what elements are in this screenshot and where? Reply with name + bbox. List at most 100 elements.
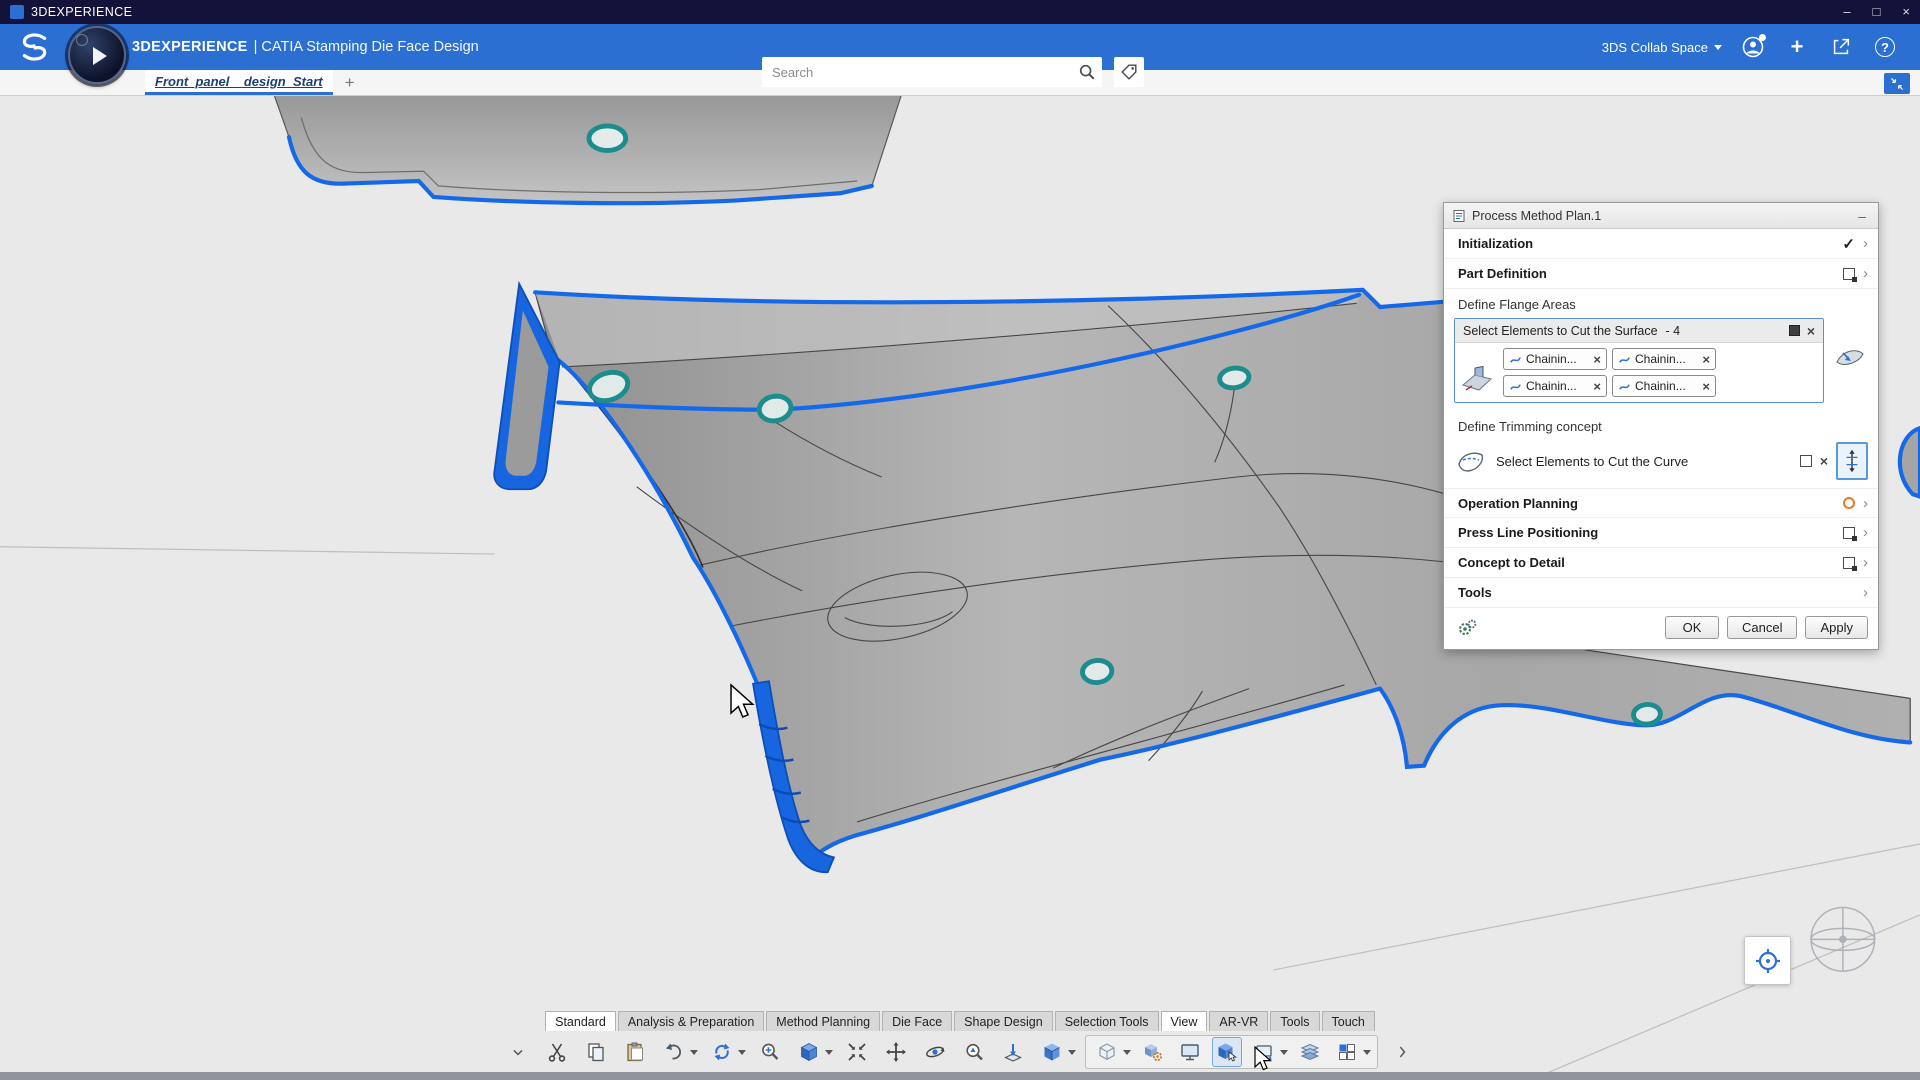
undo-dropdown-caret[interactable] <box>690 1049 698 1055</box>
clear-selection-icon[interactable]: × <box>1807 324 1815 338</box>
chaining-chip[interactable]: Chainin... × <box>1612 375 1716 397</box>
remove-chip-icon[interactable]: × <box>1593 352 1601 367</box>
grid-view-button[interactable] <box>1332 1037 1371 1067</box>
chevron-right-icon[interactable]: › <box>1863 555 1868 570</box>
chevron-right-icon[interactable]: › <box>1863 496 1868 511</box>
surface-tool-button[interactable] <box>1828 318 1872 370</box>
remove-chip-icon[interactable]: × <box>1593 379 1601 394</box>
surface-selection-header[interactable]: Select Elements to Cut the Surface - 4 × <box>1455 319 1823 343</box>
brand-name: 3DEXPERIENCE <box>132 39 248 55</box>
wireframe-cube-icon <box>1099 1043 1115 1060</box>
add-content-button[interactable]: + <box>1784 34 1810 60</box>
chaining-icon <box>1619 383 1630 390</box>
cancel-button[interactable]: Cancel <box>1727 616 1798 639</box>
surface-face-icon <box>1836 350 1864 365</box>
grid-icon <box>1339 1044 1355 1060</box>
section-tools[interactable]: Tools › <box>1444 578 1878 608</box>
monitor-icon <box>1181 1044 1199 1061</box>
view-cube-dropdown-caret[interactable] <box>825 1049 833 1055</box>
settings-gears-icon[interactable] <box>1456 617 1478 639</box>
tab-method-planning[interactable]: Method Planning <box>766 1011 881 1031</box>
tab-selection-tools[interactable]: Selection Tools <box>1054 1011 1159 1031</box>
tab-ar-vr[interactable]: AR-VR <box>1209 1011 1269 1031</box>
tab-standard[interactable]: Standard <box>545 1011 616 1031</box>
paste-button[interactable] <box>620 1037 650 1067</box>
search-input[interactable] <box>762 64 1072 80</box>
tab-view[interactable]: View <box>1160 1011 1208 1031</box>
hole-top[interactable] <box>586 123 629 153</box>
new-tab-button[interactable]: + <box>345 73 355 93</box>
custom-view-modes-button[interactable] <box>1138 1037 1168 1067</box>
pan-button[interactable] <box>881 1037 911 1067</box>
chaining-chip[interactable]: Chainin... × <box>1503 375 1607 397</box>
clear-curve-icon[interactable]: × <box>1820 454 1828 468</box>
section-operation-planning[interactable]: Operation Planning › <box>1444 488 1878 518</box>
panel-titlebar[interactable]: Process Method Plan.1 – <box>1444 203 1878 229</box>
tab-tools[interactable]: Tools <box>1270 1011 1320 1031</box>
zoom-button[interactable] <box>959 1037 989 1067</box>
select-in-view-button[interactable] <box>1212 1037 1242 1067</box>
toolbar-overflow-left-button[interactable] <box>503 1037 533 1067</box>
update-dropdown-caret[interactable] <box>738 1049 746 1055</box>
collab-space-selector[interactable]: 3DS Collab Space <box>1602 40 1722 55</box>
fit-all-button[interactable] <box>842 1037 872 1067</box>
checkbox-icon[interactable] <box>1799 455 1812 467</box>
style-dropdown-caret[interactable] <box>1123 1049 1131 1055</box>
copy-button[interactable] <box>581 1037 611 1067</box>
window-close-button[interactable]: × <box>1902 0 1910 24</box>
chevron-right-icon[interactable]: › <box>1863 525 1868 540</box>
grid-dropdown-caret[interactable] <box>1363 1049 1371 1055</box>
layers-button[interactable] <box>1295 1037 1325 1067</box>
limit-tool-button[interactable] <box>1836 442 1868 480</box>
iso-view-button[interactable] <box>1037 1037 1076 1067</box>
tab-shape-design[interactable]: Shape Design <box>954 1011 1053 1031</box>
tab-touch[interactable]: Touch <box>1321 1011 1375 1031</box>
tab-analysis-preparation[interactable]: Analysis & Preparation <box>617 1011 765 1031</box>
panel-minimize-button[interactable]: – <box>1854 208 1870 224</box>
restore-layout-button[interactable] <box>1884 73 1910 94</box>
3d-compass[interactable] <box>68 26 126 84</box>
user-avatar[interactable] <box>1740 34 1766 60</box>
rotate-button[interactable] <box>920 1037 950 1067</box>
tab-die-face[interactable]: Die Face <box>882 1011 953 1031</box>
chevron-right-icon[interactable]: › <box>1863 266 1868 281</box>
chevron-right-icon[interactable]: › <box>1863 585 1868 600</box>
window-maximize-button[interactable]: □ <box>1873 0 1881 24</box>
compass-play-icon <box>93 47 107 65</box>
chaining-chip[interactable]: Chainin... × <box>1503 348 1607 370</box>
search-icon[interactable] <box>1072 63 1102 81</box>
3ds-logo[interactable] <box>14 31 54 63</box>
help-button[interactable]: ? <box>1872 34 1898 60</box>
update-button[interactable] <box>707 1037 746 1067</box>
tag-button[interactable] <box>1114 57 1144 87</box>
section-press-line-positioning[interactable]: Press Line Positioning › <box>1444 518 1878 548</box>
normal-to-plane-icon <box>1004 1044 1022 1062</box>
screen-view-button[interactable] <box>1175 1037 1205 1067</box>
chevron-right-icon[interactable]: › <box>1863 236 1868 251</box>
view-cube-button[interactable] <box>794 1037 833 1067</box>
normal-view-button[interactable] <box>998 1037 1028 1067</box>
section-concept-to-detail[interactable]: Concept to Detail › <box>1444 548 1878 578</box>
ok-button[interactable]: OK <box>1665 616 1719 639</box>
apply-button[interactable]: Apply <box>1805 616 1868 639</box>
cut-button[interactable] <box>542 1037 572 1067</box>
view-compass[interactable] <box>1810 906 1876 972</box>
remove-chip-icon[interactable]: × <box>1702 379 1710 394</box>
curve-selection-row[interactable]: Select Elements to Cut the Curve × <box>1444 438 1878 488</box>
share-button[interactable] <box>1828 34 1854 60</box>
iso-view-dropdown-caret[interactable] <box>1068 1049 1076 1055</box>
search-box[interactable] <box>762 57 1102 87</box>
locate-button[interactable] <box>1744 936 1791 985</box>
toolbar-overflow-right-button[interactable] <box>1387 1037 1417 1067</box>
section-part-definition[interactable]: Part Definition › <box>1444 259 1878 289</box>
zoom-in-button[interactable] <box>755 1037 785 1067</box>
tab-front-panel-design-start[interactable]: Front_panel__design_Start <box>145 70 333 95</box>
section-initialization[interactable]: Initialization ✓ › <box>1444 229 1878 259</box>
rotate-screen-dropdown-caret[interactable] <box>1280 1049 1288 1055</box>
undo-button[interactable] <box>659 1037 698 1067</box>
chaining-chip[interactable]: Chainin... × <box>1612 348 1716 370</box>
workbench-tab-bar: Standard Analysis & Preparation Method P… <box>0 1011 1920 1031</box>
remove-chip-icon[interactable]: × <box>1702 352 1710 367</box>
wireframe-style-button[interactable] <box>1092 1037 1131 1067</box>
window-minimize-button[interactable]: – <box>1843 0 1850 24</box>
